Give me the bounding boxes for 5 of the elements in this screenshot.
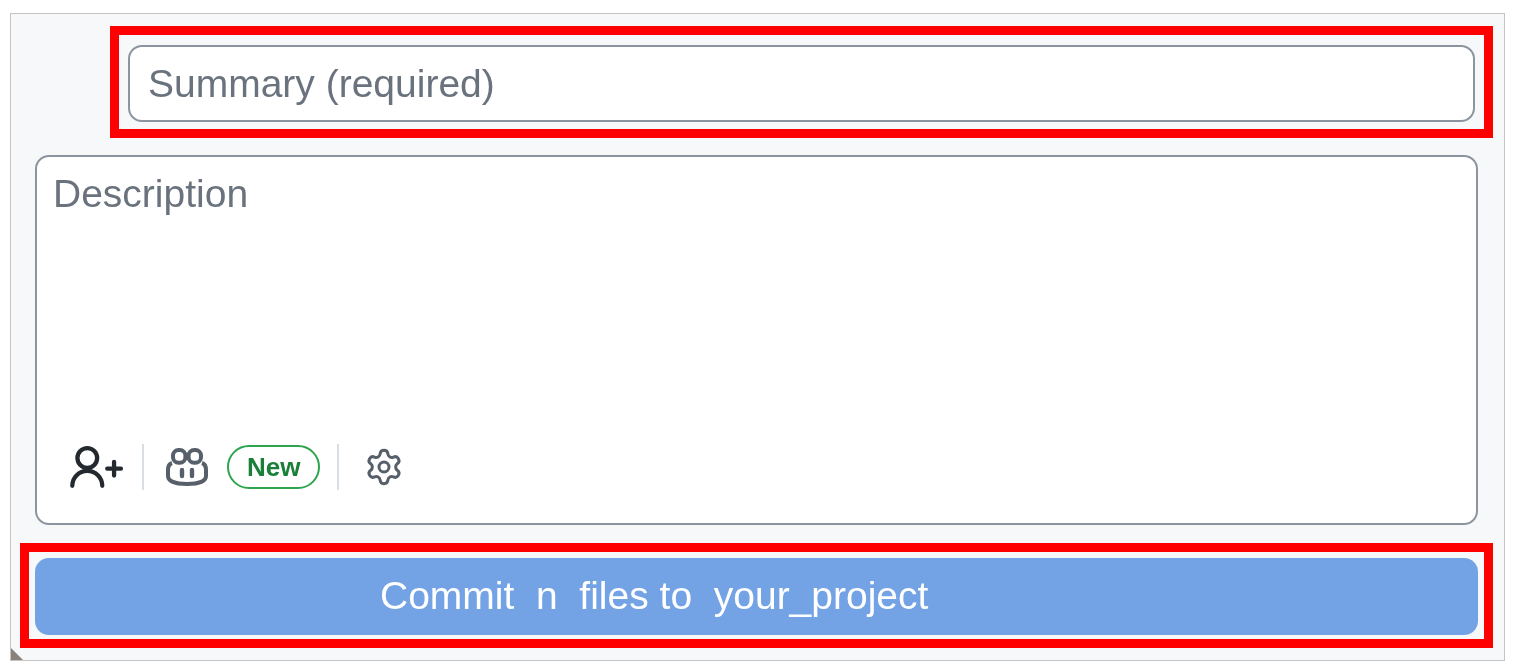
- summary-field[interactable]: Summary (required): [128, 45, 1475, 122]
- person-plus-icon[interactable]: [68, 446, 125, 488]
- corner-triangle-icon: [11, 648, 23, 660]
- new-badge: New: [227, 445, 321, 489]
- robot-face-icon[interactable]: [166, 448, 208, 486]
